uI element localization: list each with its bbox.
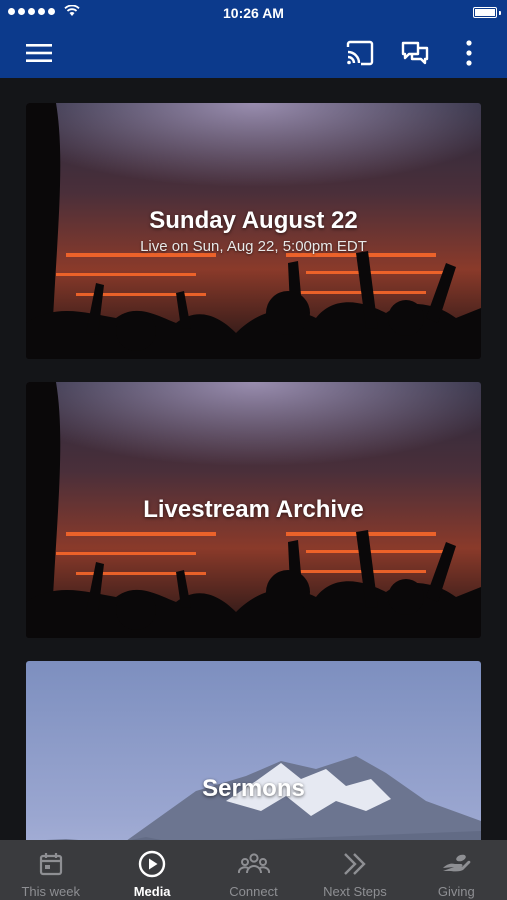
card-sermons[interactable]: Sermons xyxy=(26,661,481,840)
status-bar: 10:26 AM xyxy=(0,0,507,28)
tab-media[interactable]: Media xyxy=(101,840,202,900)
chat-icon xyxy=(401,41,429,65)
double-chevron-icon xyxy=(344,853,366,875)
card-sunday-service[interactable]: Sunday August 22 Live on Sun, Aug 22, 5:… xyxy=(26,103,481,359)
cast-button[interactable] xyxy=(343,36,377,70)
media-content: Sunday August 22 Live on Sun, Aug 22, 5:… xyxy=(0,78,507,840)
card-title: Sermons xyxy=(202,775,305,802)
more-options-button[interactable] xyxy=(452,36,486,70)
app-bar xyxy=(0,28,507,78)
bottom-tab-bar: This week Media Connect Next Steps Givin… xyxy=(0,840,507,900)
play-circle-icon xyxy=(138,850,166,878)
card-title: Sunday August 22 xyxy=(149,207,358,234)
tab-connect[interactable]: Connect xyxy=(203,840,304,900)
tab-label: Connect xyxy=(229,884,278,899)
battery-icon xyxy=(473,7,501,18)
tab-label: Giving xyxy=(437,884,475,899)
giving-hand-icon xyxy=(443,854,471,872)
people-icon xyxy=(237,853,270,874)
status-time: 10:26 AM xyxy=(223,5,284,21)
menu-icon xyxy=(26,44,52,62)
tab-giving[interactable]: Giving xyxy=(406,840,507,900)
chat-button[interactable] xyxy=(398,36,432,70)
calendar-icon xyxy=(39,853,62,876)
card-livestream-archive[interactable]: Livestream Archive xyxy=(26,382,481,638)
mountain-image xyxy=(26,661,481,840)
card-title: Livestream Archive xyxy=(143,496,364,523)
tab-label: Media xyxy=(133,884,171,899)
tab-next-steps[interactable]: Next Steps xyxy=(304,840,405,900)
cast-icon xyxy=(346,40,374,66)
tab-label: This week xyxy=(21,884,80,899)
card-subtitle: Live on Sun, Aug 22, 5:00pm EDT xyxy=(140,238,367,255)
tab-label: Next Steps xyxy=(323,884,387,899)
menu-button[interactable] xyxy=(22,36,56,70)
more-vertical-icon xyxy=(466,40,472,66)
tab-this-week[interactable]: This week xyxy=(0,840,101,900)
